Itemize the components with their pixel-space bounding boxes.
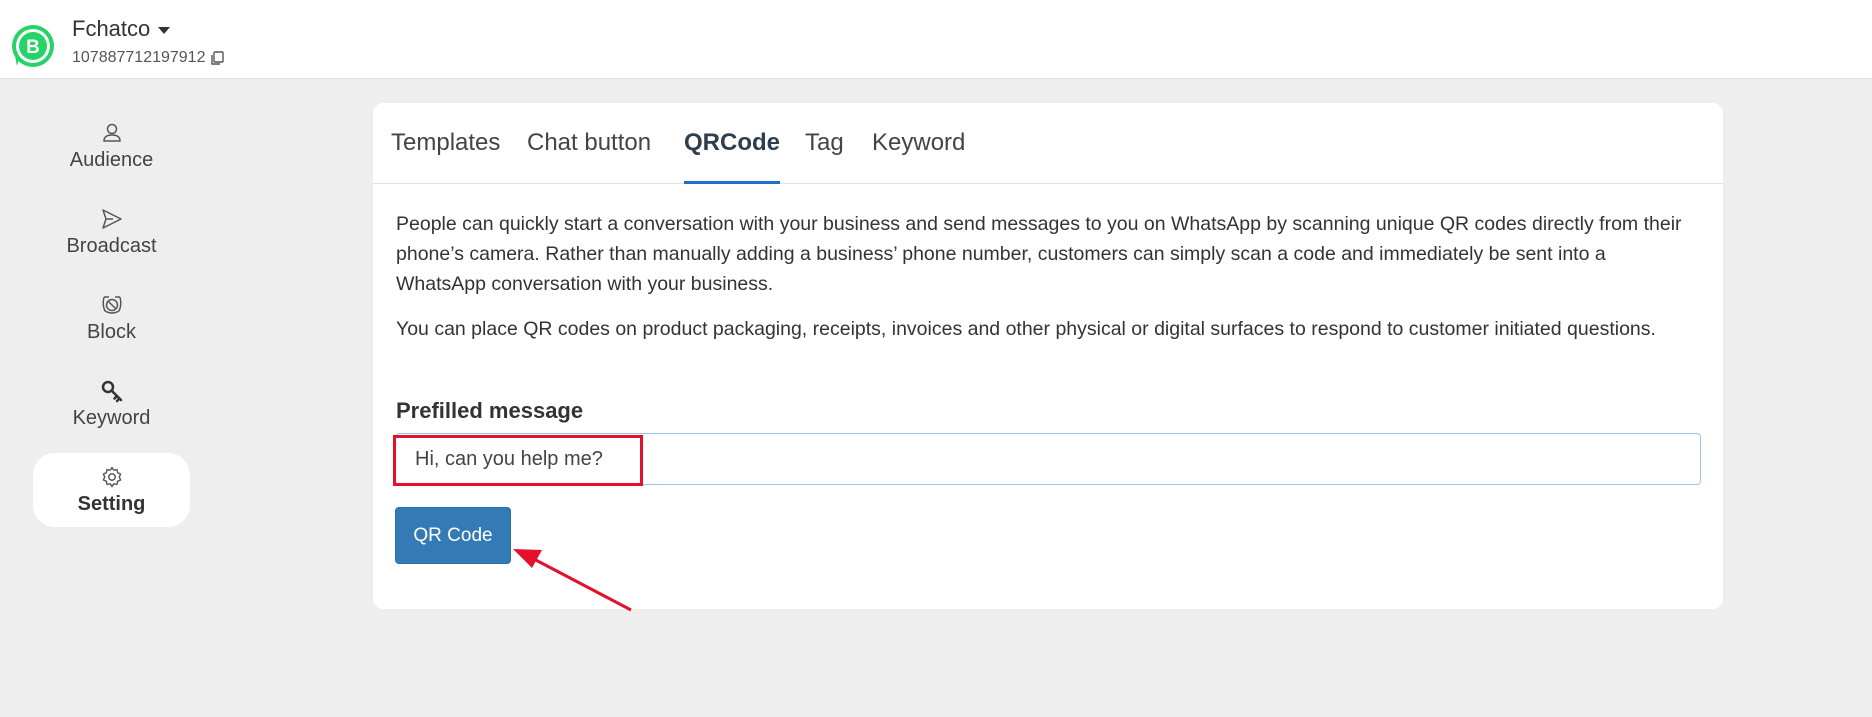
- sidebar-item-block[interactable]: Block: [33, 281, 190, 355]
- sidebar-item-label: Setting: [77, 492, 146, 515]
- description-paragraph: People can quickly start a conversation …: [396, 213, 1682, 295]
- sidebar-item-audience[interactable]: Audience: [33, 109, 190, 183]
- account-id: 107887712197912: [72, 49, 206, 66]
- user-icon: [102, 123, 121, 142]
- sidebar-item-label: Audience: [69, 148, 154, 171]
- top-header: B Fchatco 107887712197912: [0, 0, 1872, 79]
- whatsapp-business-logo[interactable]: B: [9, 22, 57, 70]
- tab-templates[interactable]: Templates: [391, 129, 500, 184]
- tab-tag[interactable]: Tag: [805, 129, 844, 184]
- gear-icon: [102, 466, 121, 487]
- caret-down-icon: [158, 27, 171, 34]
- description-paragraph: You can place QR codes on product packag…: [396, 318, 1656, 340]
- sidebar-item-setting[interactable]: Setting: [33, 453, 190, 527]
- sidebar-item-label: Broadcast: [66, 234, 157, 257]
- svg-text:B: B: [26, 37, 40, 58]
- account-id-row: 107887712197912: [72, 49, 225, 67]
- copy-icon[interactable]: [209, 50, 225, 66]
- send-icon: [101, 208, 122, 229]
- sidebar-item-broadcast[interactable]: Broadcast: [33, 195, 190, 269]
- block-icon: [101, 295, 122, 314]
- tab-qrcode[interactable]: QRCode: [684, 129, 780, 184]
- sidebar-item-label: Block: [87, 320, 136, 343]
- sidebar-item-label: Keyword: [72, 406, 151, 429]
- tab-chat-button[interactable]: Chat button: [527, 129, 651, 184]
- prefilled-message-label: Prefilled message: [396, 398, 584, 423]
- tab-bar: Templates Chat button QRCode Tag Keyword: [373, 103, 1723, 184]
- account-switcher[interactable]: Fchatco: [72, 16, 171, 42]
- prefilled-message-input[interactable]: [395, 433, 1701, 485]
- key-icon: [101, 380, 122, 402]
- sidebar-item-keyword[interactable]: Keyword: [33, 367, 190, 441]
- settings-card: Templates Chat button QRCode Tag Keyword…: [373, 103, 1723, 609]
- account-name: Fchatco: [72, 16, 151, 41]
- qr-code-button[interactable]: QR Code: [395, 507, 511, 564]
- tab-keyword[interactable]: Keyword: [872, 129, 965, 184]
